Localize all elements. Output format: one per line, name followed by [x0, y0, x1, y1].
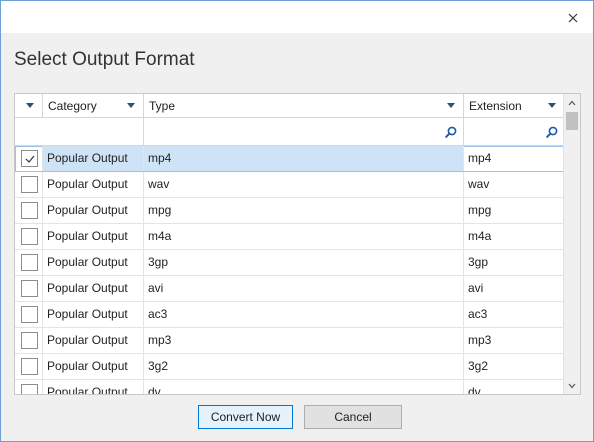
cell-type: wav [144, 172, 464, 197]
cell-type: avi [144, 276, 464, 301]
scrollbar-thumb[interactable] [566, 112, 578, 130]
chevron-down-icon [26, 103, 34, 108]
scroll-up-button[interactable] [564, 94, 580, 111]
column-header-type[interactable]: Type [144, 94, 464, 118]
table-row[interactable]: Popular Output mp4 mp4 [15, 146, 564, 172]
cell-category: Popular Output [43, 354, 144, 379]
search-icon[interactable] [546, 126, 558, 138]
row-select-cell [15, 146, 43, 171]
cell-category: Popular Output [43, 276, 144, 301]
cell-extension: 3g2 [464, 354, 564, 379]
row-select-cell [15, 276, 43, 301]
cell-type: m4a [144, 224, 464, 249]
cell-extension: avi [464, 276, 564, 301]
close-button[interactable] [561, 7, 585, 29]
row-select-cell [15, 224, 43, 249]
filter-cell-extension[interactable] [464, 118, 564, 146]
cancel-button[interactable]: Cancel [304, 405, 402, 429]
convert-now-button[interactable]: Convert Now [198, 405, 293, 429]
cell-extension: wav [464, 172, 564, 197]
row-checkbox[interactable] [21, 280, 38, 297]
cell-category: Popular Output [43, 380, 144, 394]
column-header-category[interactable]: Category [43, 94, 144, 118]
filter-cell-category[interactable] [15, 118, 144, 146]
row-checkbox[interactable] [21, 358, 38, 375]
filter-row [15, 118, 564, 146]
format-grid: Category Type Extension Popular Output m… [14, 93, 581, 395]
grid-header: Category Type Extension [15, 94, 564, 118]
filter-cell-type[interactable] [144, 118, 464, 146]
cell-extension: mpg [464, 198, 564, 223]
row-select-cell [15, 302, 43, 327]
dialog-title: Select Output Format [14, 49, 195, 70]
cell-extension: dv [464, 380, 564, 394]
title-bar [1, 1, 593, 33]
cell-category: Popular Output [43, 172, 144, 197]
chevron-down-icon[interactable] [447, 103, 455, 108]
table-row[interactable]: Popular Output m4a m4a [15, 224, 564, 250]
table-row[interactable]: Popular Output 3g2 3g2 [15, 354, 564, 380]
cell-category: Popular Output [43, 146, 144, 171]
cell-category: Popular Output [43, 198, 144, 223]
row-checkbox[interactable] [21, 254, 38, 271]
cell-type: 3g2 [144, 354, 464, 379]
cell-category: Popular Output [43, 224, 144, 249]
row-checkbox[interactable] [21, 228, 38, 245]
cell-type: dv [144, 380, 464, 394]
table-row[interactable]: Popular Output mp3 mp3 [15, 328, 564, 354]
cell-extension: m4a [464, 224, 564, 249]
cell-type: mp4 [144, 146, 464, 171]
column-header-extension[interactable]: Extension [464, 94, 564, 118]
chevron-down-icon[interactable] [127, 103, 135, 108]
close-icon [568, 13, 578, 23]
cell-extension: mp3 [464, 328, 564, 353]
cell-category: Popular Output [43, 328, 144, 353]
cell-type: mpg [144, 198, 464, 223]
row-select-cell [15, 250, 43, 275]
chevron-down-icon [568, 383, 576, 388]
row-select-cell [15, 380, 43, 394]
cell-type: mp3 [144, 328, 464, 353]
row-checkbox[interactable] [21, 306, 38, 323]
chevron-down-icon[interactable] [548, 103, 556, 108]
search-icon[interactable] [445, 126, 457, 138]
row-select-cell [15, 198, 43, 223]
cell-type: 3gp [144, 250, 464, 275]
cell-type: ac3 [144, 302, 464, 327]
row-select-cell [15, 328, 43, 353]
row-checkbox[interactable] [21, 176, 38, 193]
cell-extension: ac3 [464, 302, 564, 327]
table-row[interactable]: Popular Output avi avi [15, 276, 564, 302]
select-column-header[interactable] [15, 94, 43, 118]
cell-extension: mp4 [464, 146, 564, 171]
row-select-cell [15, 354, 43, 379]
cell-category: Popular Output [43, 250, 144, 275]
scroll-down-button[interactable] [564, 377, 580, 394]
row-checkbox[interactable] [21, 202, 38, 219]
cell-extension: 3gp [464, 250, 564, 275]
chevron-up-icon [568, 100, 576, 105]
check-icon [25, 155, 35, 163]
dialog-window: Select Output Format Category Type Exten… [0, 0, 594, 442]
table-row[interactable]: Popular Output ac3 ac3 [15, 302, 564, 328]
row-checkbox[interactable] [21, 150, 38, 167]
cell-category: Popular Output [43, 302, 144, 327]
row-checkbox[interactable] [21, 384, 38, 394]
table-row[interactable]: Popular Output mpg mpg [15, 198, 564, 224]
table-row[interactable]: Popular Output wav wav [15, 172, 564, 198]
vertical-scrollbar[interactable] [563, 94, 580, 394]
row-checkbox[interactable] [21, 332, 38, 349]
table-row[interactable]: Popular Output 3gp 3gp [15, 250, 564, 276]
table-row[interactable]: Popular Output dv dv [15, 380, 564, 394]
row-select-cell [15, 172, 43, 197]
